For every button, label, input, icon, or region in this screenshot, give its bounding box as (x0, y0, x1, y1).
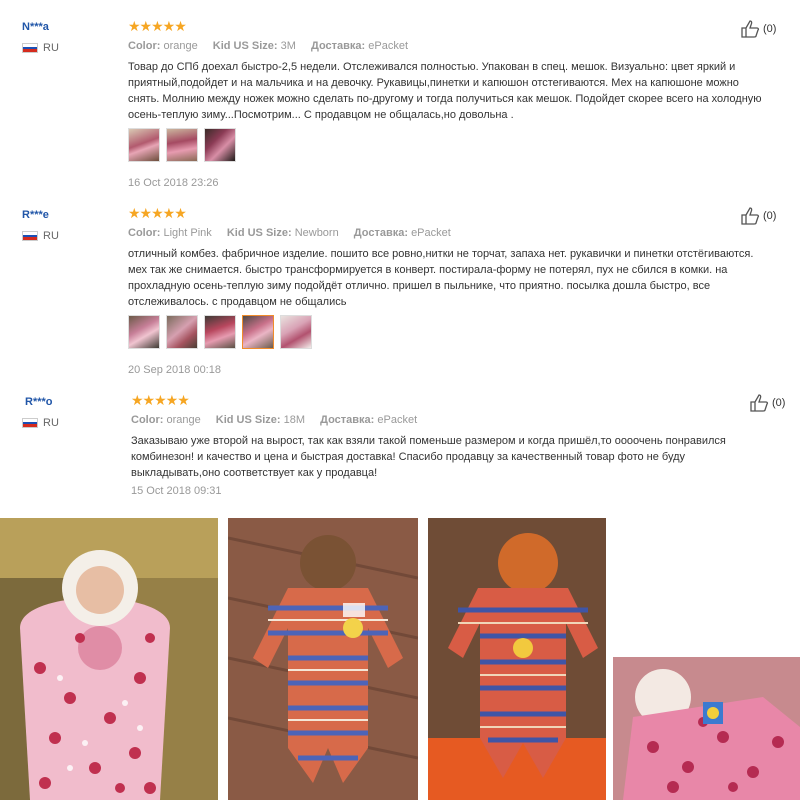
order-info: Color: orange Kid US Size: 3M Доставка: … (128, 40, 420, 52)
review-photo-thumbnail[interactable] (166, 128, 198, 162)
star-rating: ★★★★★ (128, 205, 187, 221)
reviewer-name[interactable]: R***o (25, 396, 53, 408)
review-photo-thumbnail[interactable] (166, 315, 198, 349)
review-photo-thumbnail[interactable] (128, 315, 160, 349)
thumbs-up-icon (741, 207, 760, 225)
size-value: 18M (283, 414, 306, 426)
order-info: Color: orange Kid US Size: 18M Доставка:… (131, 414, 429, 426)
like-count: (0) (763, 23, 777, 35)
color-label: Color: (128, 227, 161, 239)
reviewer-country: RU (22, 42, 59, 54)
shipping-value: ePacket (368, 40, 409, 52)
review-photo-thumbnail-selected[interactable] (242, 315, 274, 349)
product-photo-pink-snowsuit[interactable] (613, 657, 800, 800)
size-value: 3M (280, 40, 296, 52)
country-code: RU (43, 42, 59, 54)
review-date: 20 Sep 2018 00:18 (128, 364, 221, 376)
color-value: Light Pink (163, 227, 212, 239)
reviewer-name[interactable]: R***e (22, 209, 49, 221)
color-label: Color: (131, 414, 164, 426)
review-thumbnails (128, 128, 236, 162)
like-button[interactable]: (0) (740, 207, 776, 225)
review-date: 16 Oct 2018 23:26 (128, 177, 219, 189)
size-label: Kid US Size: (226, 227, 292, 239)
size-label: Kid US Size: (212, 40, 278, 52)
review-photo-thumbnail[interactable] (128, 128, 160, 162)
shipping-label: Доставка: (353, 227, 408, 239)
shipping-value: ePacket (377, 414, 418, 426)
product-photo-striped-snowsuit-1[interactable] (228, 518, 418, 800)
thumbs-up-icon (750, 394, 769, 412)
review-date: 15 Oct 2018 09:31 (131, 485, 222, 497)
product-photo-striped-snowsuit-2[interactable] (428, 518, 606, 800)
reviewer-country: RU (22, 417, 59, 429)
color-value: orange (166, 414, 201, 426)
size-label: Kid US Size: (215, 414, 281, 426)
size-value: Newborn (294, 227, 339, 239)
country-code: RU (43, 230, 59, 242)
russia-flag-icon (22, 43, 38, 53)
shipping-label: Доставка: (320, 414, 375, 426)
review-text: Заказываю уже второй на вырост, так как … (131, 435, 726, 479)
color-label: Color: (128, 40, 161, 52)
shipping-label: Доставка: (310, 40, 366, 52)
review-photo-thumbnail[interactable] (280, 315, 312, 349)
like-count: (0) (772, 397, 786, 409)
review-photo-thumbnail[interactable] (204, 128, 236, 162)
reviewer-name[interactable]: N***a (22, 21, 49, 33)
review-text: отличный комбез. фабричное изделие. поши… (128, 248, 754, 308)
like-button[interactable]: (0) (740, 20, 776, 38)
review-text: Товар до СПб доехал быстро-2,5 недели. О… (128, 61, 762, 121)
reviewer-country: RU (22, 230, 59, 242)
review-thumbnails (128, 315, 312, 349)
thumbs-up-icon (741, 20, 760, 38)
russia-flag-icon (22, 231, 38, 241)
shipping-value: ePacket (411, 227, 451, 239)
product-photo-baby-in-snowsuit[interactable] (0, 518, 218, 800)
star-rating: ★★★★★ (131, 392, 190, 408)
like-count: (0) (763, 210, 777, 222)
russia-flag-icon (22, 418, 38, 428)
review-photo-thumbnail[interactable] (204, 315, 236, 349)
star-rating: ★★★★★ (128, 18, 187, 34)
order-info: Color: Light Pink Kid US Size: Newborn Д… (128, 227, 463, 239)
like-button[interactable]: (0) (749, 394, 785, 412)
color-value: orange (163, 40, 198, 52)
country-code: RU (43, 417, 59, 429)
